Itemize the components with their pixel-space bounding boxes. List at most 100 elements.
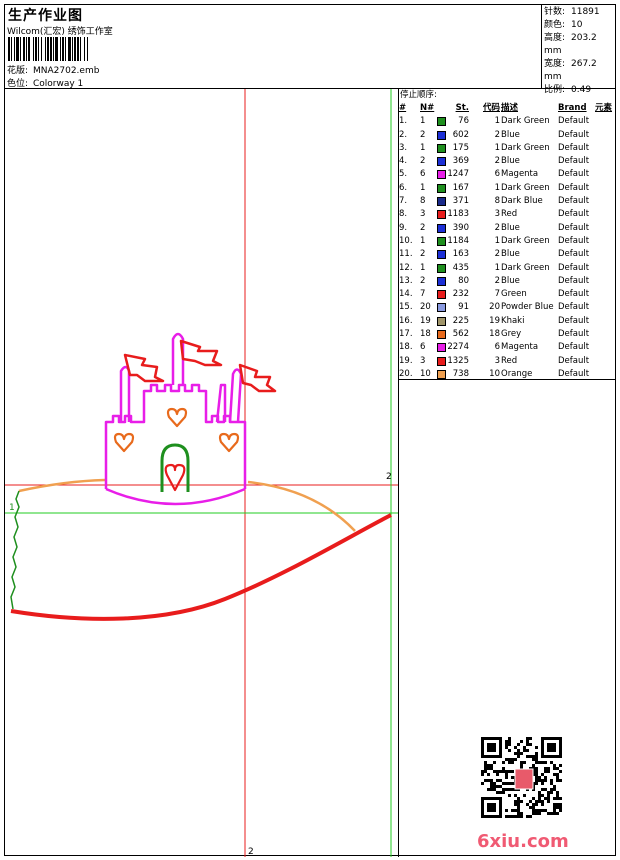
qr-module — [556, 791, 559, 794]
qr-module — [532, 764, 535, 767]
barcode-bar — [38, 37, 39, 61]
color-swatch — [437, 236, 446, 246]
qr-module — [550, 788, 553, 791]
qr-module — [553, 785, 556, 788]
qr-module — [556, 806, 559, 809]
row-brand: Default — [558, 262, 590, 273]
qr-module — [553, 809, 556, 812]
qr-module — [499, 770, 502, 773]
row-code: 3 — [494, 209, 500, 220]
qr-module — [508, 788, 511, 791]
barcode-bar — [55, 37, 58, 61]
qr-module — [496, 770, 499, 773]
qr-module — [541, 773, 544, 776]
heart-left-orange — [113, 432, 135, 453]
qr-module — [502, 761, 505, 764]
sequence-header-row: # N# St. 代码 描述 Brand 元素 — [399, 102, 615, 115]
qr-module — [502, 791, 505, 794]
qr-module — [538, 809, 541, 812]
qr-module — [544, 761, 547, 764]
row-brand: Default — [558, 222, 590, 233]
color-swatch — [437, 290, 446, 300]
sequence-row: 11. 2 163 2 Blue Default — [399, 248, 615, 261]
qr-module — [541, 761, 544, 764]
sequence-row: 6. 1 167 1 Dark Green Default — [399, 182, 615, 195]
row-needle: 6 — [420, 169, 426, 180]
qr-module — [511, 776, 514, 779]
row-description: Blue — [501, 249, 520, 260]
qr-module — [493, 785, 496, 788]
qr-module — [493, 782, 496, 785]
col-code: 代码 — [482, 103, 500, 113]
row-stitches: 225 — [452, 315, 469, 326]
row-index: 7. — [399, 196, 408, 207]
row-stitches: 602 — [452, 129, 469, 140]
row-stitches: 390 — [452, 222, 469, 233]
qr-module — [526, 737, 529, 740]
color-swatch — [437, 130, 446, 140]
qr-module — [541, 779, 544, 782]
qr-module — [484, 770, 487, 773]
qr-module — [559, 797, 562, 800]
qr-module — [505, 782, 508, 785]
stat-colors: 颜色: 10 — [544, 20, 583, 30]
color-swatch — [437, 316, 446, 326]
qr-module — [541, 803, 544, 806]
pattern-line: 花版: MNA2702.emb — [7, 63, 99, 76]
qr-module — [523, 749, 526, 752]
qr-module — [553, 806, 556, 809]
sheet-subtitle: Wilcom(汇宏) 绣饰工作室 — [7, 27, 113, 37]
sequence-row: 16. 19 225 19 Khaki Default — [399, 315, 615, 328]
qr-module — [547, 794, 550, 797]
qr-module — [481, 770, 484, 773]
qr-module — [550, 812, 553, 815]
qr-module — [520, 812, 523, 815]
barcode-bar — [74, 37, 76, 61]
watermark-text: 6xiu.com — [477, 831, 569, 852]
qr-module — [511, 761, 514, 764]
qr-module — [556, 773, 559, 776]
qr-module — [505, 809, 508, 812]
qr-module — [535, 782, 538, 785]
qr-module — [556, 797, 559, 800]
col-brand: Brand — [558, 103, 587, 113]
row-stitches: 435 — [452, 262, 469, 273]
row-needle: 8 — [420, 196, 426, 207]
row-description: Magenta — [501, 342, 539, 353]
row-needle: 19 — [420, 315, 431, 326]
row-code: 1 — [494, 116, 500, 127]
row-description: Blue — [501, 129, 520, 140]
colorway-value: Colorway 1 — [33, 79, 84, 89]
qr-module — [505, 770, 508, 773]
qr-module — [505, 743, 508, 746]
row-needle: 1 — [420, 116, 426, 127]
castle-base — [105, 487, 246, 506]
qr-module — [544, 776, 547, 779]
qr-module — [514, 752, 517, 755]
row-code: 3 — [494, 355, 500, 366]
qr-module — [526, 743, 529, 746]
qr-module — [526, 740, 529, 743]
qr-module — [547, 791, 550, 794]
qr-module — [550, 791, 553, 794]
sequence-row: 1. 1 76 1 Dark Green Default — [399, 115, 615, 128]
row-stitches: 1183 — [447, 209, 469, 220]
sequence-row: 18. 6 2274 6 Magenta Default — [399, 341, 615, 354]
row-brand: Default — [558, 129, 590, 140]
qr-module — [523, 761, 526, 764]
sequence-row: 12. 1 435 1 Dark Green Default — [399, 262, 615, 275]
row-code: 2 — [494, 129, 500, 140]
row-description: Orange — [501, 368, 533, 379]
row-index: 20. — [399, 368, 413, 379]
barcode-bar — [53, 37, 54, 61]
sequence-row: 2. 2 602 2 Blue Default — [399, 129, 615, 142]
qr-module — [517, 803, 520, 806]
row-needle: 3 — [420, 209, 426, 220]
sequence-row: 10. 1 1184 1 Dark Green Default — [399, 235, 615, 248]
row-brand: Default — [558, 209, 590, 220]
qr-module — [556, 794, 559, 797]
sequence-row: 8. 3 1183 3 Red Default — [399, 208, 615, 221]
row-needle: 1 — [420, 142, 426, 153]
qr-module — [553, 812, 556, 815]
qr-module — [520, 815, 523, 818]
